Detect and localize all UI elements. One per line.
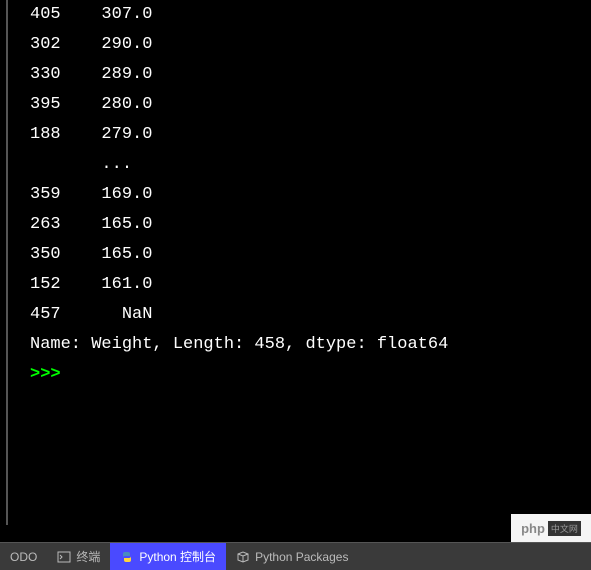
row-value: 289.0 bbox=[101, 65, 152, 84]
row-value: 161.0 bbox=[101, 275, 152, 294]
tab-label: Python 控制台 bbox=[139, 548, 216, 565]
row-index: 330 bbox=[30, 65, 61, 84]
tab-python-packages[interactable]: Python Packages bbox=[226, 543, 358, 570]
ellipsis-row: ... bbox=[30, 150, 591, 180]
row-value: 280.0 bbox=[101, 95, 152, 114]
packages-icon bbox=[236, 550, 250, 564]
row-value: 165.0 bbox=[101, 245, 152, 264]
row-value: 290.0 bbox=[101, 35, 152, 54]
tab-label: Python Packages bbox=[255, 550, 348, 564]
row-value: NaN bbox=[122, 305, 153, 324]
row-value: 169.0 bbox=[101, 185, 152, 204]
series-summary: Name: Weight, Length: 458, dtype: float6… bbox=[30, 330, 591, 360]
row-value: 165.0 bbox=[101, 215, 152, 234]
tab-label: 终端 bbox=[76, 548, 100, 565]
python-icon bbox=[120, 550, 134, 564]
row-index: 152 bbox=[30, 275, 61, 294]
row-index: 395 bbox=[30, 95, 61, 114]
terminal-icon bbox=[57, 550, 71, 564]
watermark: php 中文网 bbox=[511, 514, 591, 542]
data-row: 188 279.0 bbox=[30, 120, 591, 150]
tab-terminal[interactable]: 终端 bbox=[47, 543, 110, 570]
data-row: 395 280.0 bbox=[30, 90, 591, 120]
data-row: 350 165.0 bbox=[30, 240, 591, 270]
data-row: 152 161.0 bbox=[30, 270, 591, 300]
row-index: 350 bbox=[30, 245, 61, 264]
tab-label: ODO bbox=[10, 550, 37, 564]
row-index: 457 bbox=[30, 305, 61, 324]
data-row: 263 165.0 bbox=[30, 210, 591, 240]
row-index: 405 bbox=[30, 5, 61, 24]
data-row: 302 290.0 bbox=[30, 30, 591, 60]
data-row: 405 307.0 bbox=[30, 0, 591, 30]
bottom-toolbar: ODO 终端 Python 控制台 Python Packages bbox=[0, 542, 591, 570]
row-index: 359 bbox=[30, 185, 61, 204]
data-row: 330 289.0 bbox=[30, 60, 591, 90]
watermark-text: php bbox=[521, 521, 545, 536]
watermark-badge: 中文网 bbox=[548, 521, 581, 536]
tab-python-console[interactable]: Python 控制台 bbox=[110, 543, 226, 570]
row-value: 279.0 bbox=[101, 125, 152, 144]
console-output: 405 307.0 302 290.0 330 289.0 395 280.0 … bbox=[6, 0, 591, 525]
python-prompt[interactable]: >>> bbox=[30, 360, 591, 390]
row-value: 307.0 bbox=[101, 5, 152, 24]
row-index: 302 bbox=[30, 35, 61, 54]
tab-todo[interactable]: ODO bbox=[0, 543, 47, 570]
row-index: 188 bbox=[30, 125, 61, 144]
data-row: 457 NaN bbox=[30, 300, 591, 330]
row-index: 263 bbox=[30, 215, 61, 234]
data-row: 359 169.0 bbox=[30, 180, 591, 210]
ellipsis: ... bbox=[101, 155, 132, 174]
